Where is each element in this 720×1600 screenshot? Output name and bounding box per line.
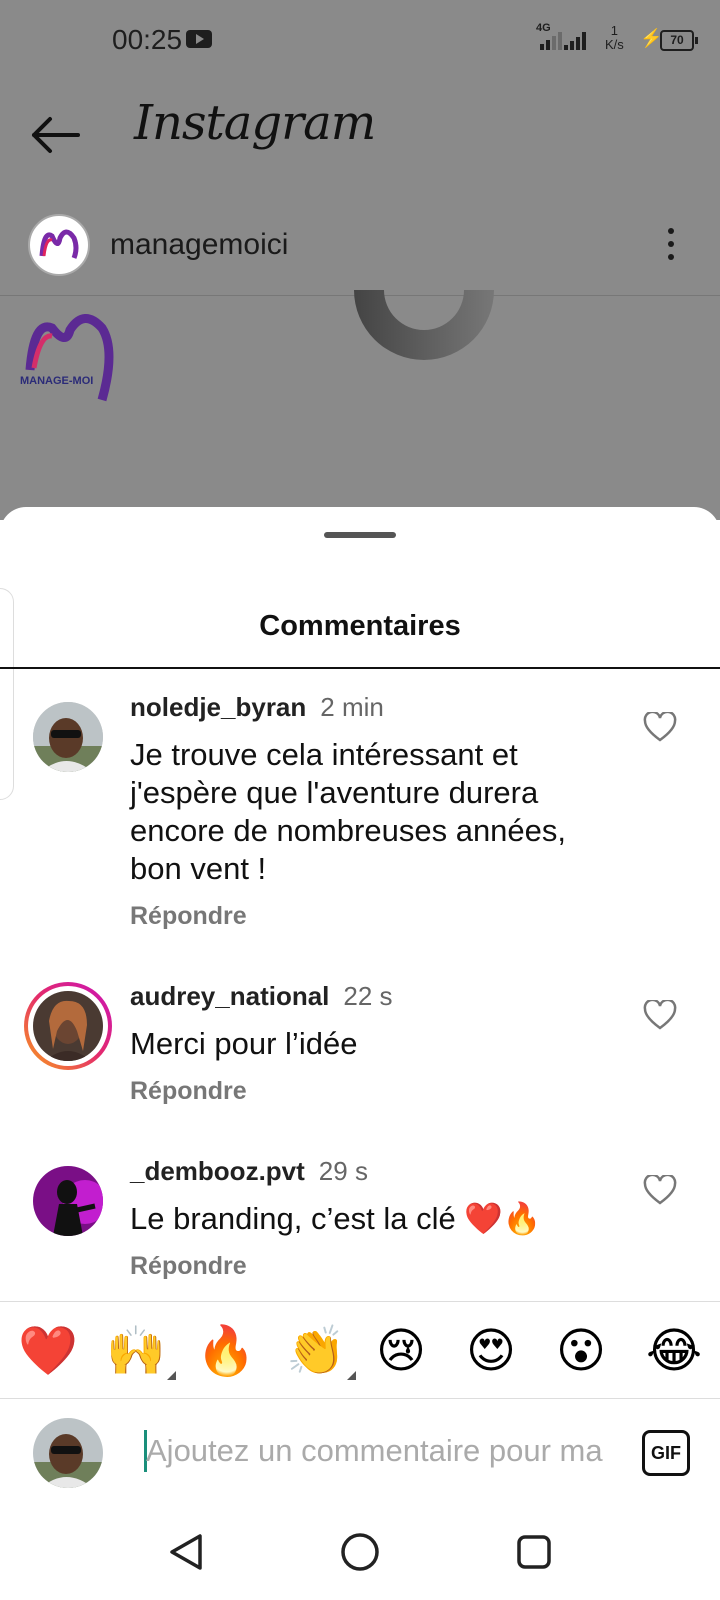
managemoi-logo-icon [39,229,79,259]
logo-text: MANAGE-MOI [20,375,93,387]
speed-value: 1 [610,23,619,38]
reply-button[interactable]: Répondre [130,902,247,931]
more-vertical-icon[interactable] [668,228,676,264]
status-bar: 00:25 4G 1 K/s ⚡ 70 [0,0,720,80]
comment-username-text[interactable]: audrey_national [130,981,329,1011]
nav-back-icon[interactable] [164,1530,208,1574]
user-photo-icon [33,1418,103,1488]
emoji-reaction-bar: ❤️ 🙌 🔥 👏 😢 😍 😮 😂 [0,1301,720,1399]
comment-input[interactable] [146,1428,610,1474]
signal-2-icon [564,30,588,50]
comment-avatar[interactable] [33,702,103,772]
like-heart-icon[interactable] [643,712,677,742]
raising-hands-emoji-button[interactable]: 🙌 [106,1323,176,1380]
comment-username[interactable]: audrey_national 22 s [130,981,393,1012]
user-photo-icon [33,1166,103,1236]
sheet-drag-handle[interactable] [324,532,396,538]
raising-hands-emoji-glyph: 🙌 [106,1323,166,1379]
sheet-title: Commentaires [259,610,461,642]
comment-avatar[interactable] [33,991,103,1061]
current-user-avatar [33,1418,103,1488]
loading-spinner-icon [354,290,494,360]
reply-button[interactable]: Répondre [130,1252,247,1281]
system-navigation-bar [0,1510,720,1600]
crying-face-emoji-button[interactable]: 😢 [376,1324,426,1378]
skin-tone-corner-icon [346,1371,356,1380]
post-brand-logo: MANAGE-MOI [20,314,114,402]
fire-emoji-button[interactable]: 🔥 [196,1324,256,1378]
skin-tone-corner-icon [166,1371,176,1380]
signal-1-icon [540,30,562,50]
comment-text: Je trouve cela intéressant et j'espère q… [130,737,567,886]
comment-username-text[interactable]: noledje_byran [130,692,306,722]
nav-recents-icon[interactable] [512,1530,556,1574]
like-heart-icon[interactable] [643,1000,677,1030]
battery-indicator: 70 [660,30,698,51]
comment-time: 2 min [320,692,384,722]
comment-avatar[interactable] [33,1166,103,1236]
post-author-avatar[interactable] [28,214,90,276]
status-time: 00:25 [112,24,183,55]
clapping-hands-emoji-button[interactable]: 👏 [286,1323,356,1380]
nav-home-icon[interactable] [338,1530,382,1574]
user-photo-icon [33,702,103,772]
youtube-notification-icon [186,30,212,48]
back-arrow-icon[interactable] [30,115,82,155]
speed-unit: K/s [605,37,624,52]
red-heart-emoji-button[interactable]: ❤️ [18,1324,78,1378]
gif-button[interactable]: GIF [642,1430,690,1476]
user-photo-icon [33,991,103,1061]
reply-button[interactable]: Répondre [130,1077,247,1106]
comment-username[interactable]: _dembooz.pvt 29 s [130,1156,368,1187]
app-title: Instagram [134,95,376,151]
clapping-hands-emoji-glyph: 👏 [286,1323,346,1379]
comment-time: 22 s [343,981,393,1011]
sheet-divider [0,667,720,669]
comment-username-text[interactable]: _dembooz.pvt [130,1156,305,1186]
heart-eyes-emoji-button[interactable]: 😍 [466,1324,516,1378]
comment-text: Merci pour l’idée [130,1026,358,1061]
comment-username[interactable]: noledje_byran 2 min [130,692,384,723]
comment-text: Le branding, c’est la clé ❤️🔥 [130,1201,542,1236]
astonished-face-emoji-button[interactable]: 😮 [556,1324,606,1378]
network-speed: 1 K/s [605,24,624,52]
tears-of-joy-emoji-button[interactable]: 😂 [646,1324,702,1378]
comment-time: 29 s [318,1156,368,1186]
like-heart-icon[interactable] [643,1175,677,1205]
post-author-username[interactable]: managemoici [110,228,288,262]
